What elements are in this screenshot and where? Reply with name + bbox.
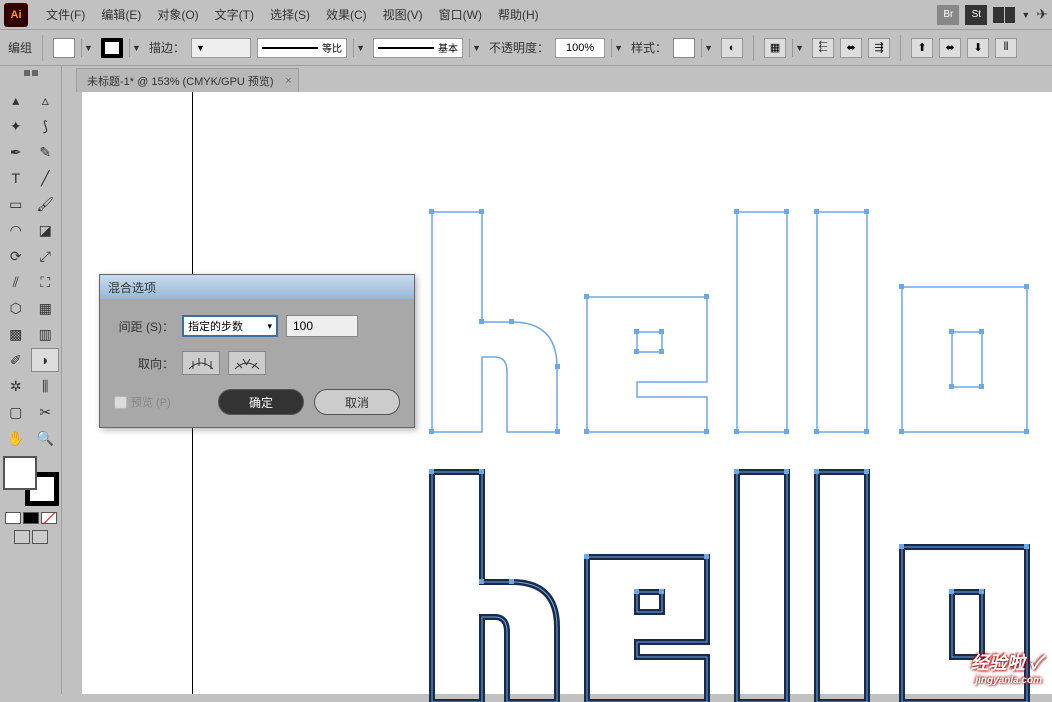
document-tabs: 未标题-1* @ 153% (CMYK/GPU 预览) × — [62, 66, 1052, 92]
gpu-icon[interactable]: ✈ — [1036, 6, 1048, 23]
opacity-value[interactable]: 100% — [555, 38, 605, 58]
orientation-label: 取向： — [114, 355, 174, 372]
menu-edit[interactable]: 编辑(E) — [93, 6, 149, 23]
orientation-align-path[interactable] — [228, 351, 266, 375]
preview-check-input — [114, 396, 127, 409]
menu-window[interactable]: 窗口(W) — [431, 6, 490, 23]
control-bar: 编组 ▼ ▼ 描边： ▼ 等比 ▼ 基本 ▼ 不透明度： 100% ▼ 样式： ▼ ◐… — [0, 30, 1052, 66]
watermark: 经验啦 ✓ jingyanla.com — [971, 649, 1042, 686]
align-bottom-icon[interactable]: ⬇ — [967, 38, 989, 58]
document-tab[interactable]: 未标题-1* @ 153% (CMYK/GPU 预览) × — [76, 68, 299, 92]
align-top-icon[interactable]: ⬆ — [911, 38, 933, 58]
arrange-documents[interactable] — [993, 7, 1015, 23]
line-tool[interactable]: ╱ — [32, 166, 60, 190]
cancel-button[interactable]: 取消 — [314, 389, 400, 415]
spacing-mode-select[interactable]: 指定的步数▾ — [182, 315, 278, 337]
menu-object[interactable]: 对象(O) — [149, 6, 206, 23]
fill-swatch[interactable] — [53, 38, 75, 58]
color-control[interactable] — [3, 456, 59, 506]
lasso-tool[interactable]: ⟆ — [32, 114, 60, 138]
distribute-icon[interactable]: ⫴ — [995, 38, 1017, 58]
style-swatch[interactable] — [673, 38, 695, 58]
artboard-tool[interactable]: ▢ — [2, 400, 30, 424]
menu-type[interactable]: 文字(T) — [207, 6, 262, 23]
blend-tool[interactable]: ◗ — [31, 348, 59, 372]
blend-options-dialog: 混合选项 间距 (S)： 指定的步数▾ 100 取向： 预览 (P) 确定 取消 — [99, 274, 415, 428]
menu-select[interactable]: 选择(S) — [262, 6, 318, 23]
ok-button[interactable]: 确定 — [218, 389, 304, 415]
width-profile-dd[interactable]: ▼ — [353, 39, 367, 57]
dialog-title[interactable]: 混合选项 — [100, 275, 414, 299]
width-profile[interactable]: 等比 — [257, 38, 347, 58]
style-label[interactable]: 样式： — [631, 39, 667, 56]
document-title: 未标题-1* @ 153% (CMYK/GPU 预览) — [87, 73, 274, 89]
menu-file[interactable]: 文件(F) — [38, 6, 93, 23]
align-center-icon[interactable]: ⬌ — [840, 38, 862, 58]
bridge-button[interactable]: Br — [937, 5, 959, 25]
menu-effect[interactable]: 效果(C) — [318, 6, 375, 23]
zoom-tool[interactable]: 🔍 — [32, 426, 60, 450]
color-mode-none[interactable] — [41, 512, 57, 524]
free-transform-tool[interactable]: ⛶ — [32, 270, 60, 294]
align-dd[interactable]: ▼ — [792, 39, 806, 57]
arrange-dropdown[interactable]: ▼ — [1021, 10, 1030, 20]
hand-tool[interactable]: ✋ — [2, 426, 30, 450]
fill-dropdown[interactable]: ▼ — [81, 39, 95, 57]
toolbox: ▴▵ ✦⟆ ✒✎ T╱ ▭🖌 ◠◪ ⟳⤢ ⫽⛶ ⬡▦ ▩▥ ✐◗ ✲⫼ ▢✂ ✋… — [0, 66, 62, 694]
paintbrush-tool[interactable]: 🖌 — [32, 192, 60, 216]
curvature-tool[interactable]: ✎ — [32, 140, 60, 164]
selection-tool[interactable]: ▴ — [2, 88, 30, 112]
align-left-icon[interactable]: ⬱ — [812, 38, 834, 58]
menu-view[interactable]: 视图(V) — [375, 6, 431, 23]
magic-wand-tool[interactable]: ✦ — [2, 114, 30, 138]
stroke-dropdown[interactable]: ▼ — [129, 39, 143, 57]
graph-tool[interactable]: ⫼ — [32, 374, 60, 398]
gradient-tool[interactable]: ▥ — [32, 322, 60, 346]
mesh-tool[interactable]: ▩ — [2, 322, 30, 346]
direct-selection-tool[interactable]: ▵ — [32, 88, 60, 112]
stroke-label[interactable]: 描边： — [149, 39, 185, 56]
recolor-icon[interactable]: ◐ — [721, 38, 743, 58]
color-mode-normal[interactable] — [5, 512, 21, 524]
color-mode-gradient[interactable] — [23, 512, 39, 524]
shape-builder-tool[interactable]: ⬡ — [2, 296, 30, 320]
spacing-label: 间距 (S)： — [114, 318, 174, 335]
scale-tool[interactable]: ⤢ — [32, 244, 60, 268]
width-tool[interactable]: ⫽ — [2, 270, 30, 294]
brush-def[interactable]: 基本 — [373, 38, 463, 58]
rectangle-tool[interactable]: ▭ — [2, 192, 30, 216]
opacity-label[interactable]: 不透明度： — [489, 39, 549, 56]
stock-button[interactable]: St — [965, 5, 987, 25]
opacity-dd[interactable]: ▼ — [611, 39, 625, 57]
style-dd[interactable]: ▼ — [701, 39, 715, 57]
eraser-tool[interactable]: ◪ — [32, 218, 60, 242]
shaper-tool[interactable]: ◠ — [2, 218, 30, 242]
perspective-tool[interactable]: ▦ — [32, 296, 60, 320]
pen-tool[interactable]: ✒ — [2, 140, 30, 164]
rotate-tool[interactable]: ⟳ — [2, 244, 30, 268]
selection-mode: 编组 — [8, 39, 32, 56]
type-tool[interactable]: T — [2, 166, 30, 190]
fill-color[interactable] — [3, 456, 37, 490]
stroke-weight[interactable]: ▼ — [191, 38, 251, 58]
slice-tool[interactable]: ✂ — [32, 400, 60, 424]
align-middle-icon[interactable]: ⬌ — [939, 38, 961, 58]
app-logo: Ai — [4, 3, 28, 27]
eyedropper-tool[interactable]: ✐ — [2, 348, 29, 372]
align-panel-icon[interactable]: ▦ — [764, 38, 786, 58]
menu-help[interactable]: 帮助(H) — [490, 6, 547, 23]
brush-def-dd[interactable]: ▼ — [469, 39, 483, 57]
screen-mode-normal[interactable] — [14, 530, 30, 544]
spacing-value-input[interactable]: 100 — [286, 315, 358, 337]
align-right-icon[interactable]: ⇶ — [868, 38, 890, 58]
close-tab-icon[interactable]: × — [285, 75, 291, 87]
screen-mode-full[interactable] — [32, 530, 48, 544]
preview-checkbox[interactable]: 预览 (P) — [114, 394, 171, 410]
orientation-align-page[interactable] — [182, 351, 220, 375]
stroke-swatch[interactable] — [101, 38, 123, 58]
symbol-sprayer-tool[interactable]: ✲ — [2, 374, 30, 398]
toolbox-grip[interactable] — [2, 70, 59, 84]
menu-bar: Ai 文件(F) 编辑(E) 对象(O) 文字(T) 选择(S) 效果(C) 视… — [0, 0, 1052, 30]
